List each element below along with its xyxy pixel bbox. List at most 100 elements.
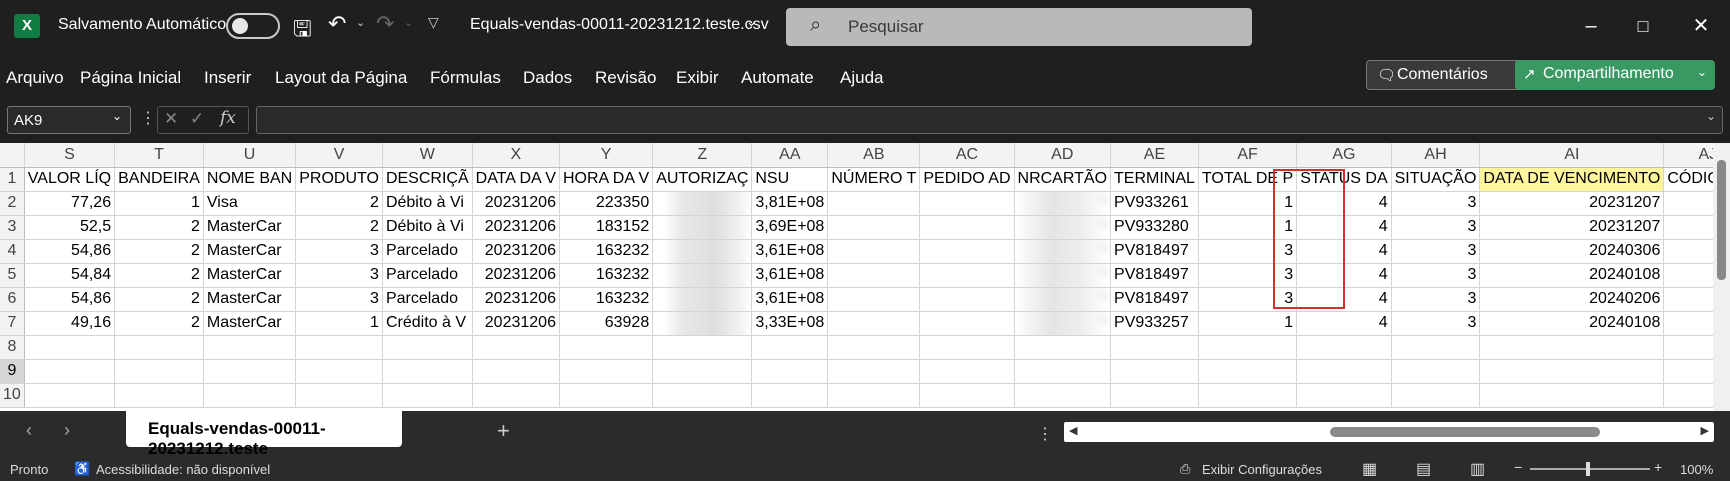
cell[interactable]: 54,86 — [24, 239, 116, 264]
cell[interactable]: MasterCar — [203, 215, 297, 240]
row-header[interactable]: 8 — [0, 335, 25, 360]
cell[interactable]: 2 — [114, 215, 204, 240]
column-header-af[interactable]: AF — [1198, 143, 1298, 168]
cell[interactable]: 3,61E+08 — [751, 287, 829, 312]
cell[interactable]: 3,33E+08 — [751, 311, 829, 336]
cell[interactable] — [1663, 239, 1713, 264]
cell[interactable]: Débito à Vi — [382, 215, 473, 240]
sheet-tab-active[interactable]: Equals-vendas-00011-20231212.teste — [126, 411, 402, 461]
cell[interactable]: Visa — [203, 191, 297, 216]
cell[interactable]: 20231207 — [1479, 215, 1665, 240]
comments-button[interactable]: 🗨 Comentários — [1366, 60, 1522, 90]
cell[interactable]: TERMINAL — [1110, 167, 1199, 192]
search-box[interactable]: ⌕ Pesquisar — [786, 8, 1252, 46]
column-header-t[interactable]: T — [114, 143, 204, 168]
cell[interactable] — [24, 335, 116, 360]
cell[interactable] — [751, 383, 829, 408]
cell[interactable] — [827, 335, 921, 360]
cell[interactable]: 2 — [114, 263, 204, 288]
cell[interactable]: 1 — [114, 191, 204, 216]
cell[interactable] — [1663, 359, 1713, 384]
cell[interactable]: 2 — [295, 215, 383, 240]
filename-chevron-icon[interactable]: ⌄ — [746, 14, 757, 30]
row-header[interactable]: 7 — [0, 311, 25, 336]
cell[interactable]: 3 — [295, 287, 383, 312]
column-header-x[interactable]: X — [472, 143, 560, 168]
cell[interactable]: 2 — [114, 239, 204, 264]
cell[interactable] — [652, 239, 753, 264]
menu-ajuda[interactable]: Ajuda — [840, 68, 883, 88]
cell[interactable] — [652, 383, 753, 408]
menu-revisao[interactable]: Revisão — [595, 68, 656, 88]
display-settings[interactable]: Exibir Configurações — [1202, 462, 1322, 477]
cell[interactable]: DATA DE VENCIMENTO — [1479, 167, 1665, 192]
column-header-ah[interactable]: AH — [1391, 143, 1481, 168]
cell[interactable]: 20231207 — [1479, 191, 1665, 216]
column-header-ac[interactable]: AC — [919, 143, 1015, 168]
cell[interactable] — [295, 359, 383, 384]
cell[interactable] — [652, 215, 753, 240]
cell[interactable]: BANDEIRA — [114, 167, 204, 192]
row-header[interactable]: 6 — [0, 287, 25, 312]
column-header-ag[interactable]: AG — [1296, 143, 1392, 168]
cell[interactable]: 20240108 — [1479, 311, 1665, 336]
column-header-v[interactable]: V — [295, 143, 383, 168]
cell[interactable] — [1014, 335, 1112, 360]
cell[interactable]: HORA DA V — [559, 167, 654, 192]
tabs-options-icon[interactable]: ⋮ — [1037, 424, 1053, 444]
column-header-aj[interactable]: AJ — [1663, 143, 1713, 168]
cell[interactable]: 20231206 — [472, 263, 560, 288]
cell[interactable]: 3,69E+08 — [751, 215, 829, 240]
cell[interactable] — [1663, 311, 1713, 336]
cell[interactable]: NÚMERO T — [827, 167, 921, 192]
cell[interactable]: 3 — [1391, 239, 1481, 264]
menu-layout-da-pagina[interactable]: Layout da Página — [275, 68, 407, 88]
cell[interactable] — [827, 311, 921, 336]
name-box[interactable]: AK9 ⌄ — [7, 106, 131, 134]
accessibility-status[interactable]: Acessibilidade: não disponível — [96, 462, 270, 477]
cell[interactable]: 52,5 — [24, 215, 116, 240]
column-header-ab[interactable]: AB — [827, 143, 921, 168]
menu-formulas[interactable]: Fórmulas — [430, 68, 501, 88]
cell[interactable] — [919, 335, 1015, 360]
cell[interactable]: PV933261 — [1110, 191, 1199, 216]
cell[interactable] — [559, 383, 654, 408]
cell[interactable]: 20240206 — [1479, 287, 1665, 312]
cell[interactable] — [652, 263, 753, 288]
cell[interactable]: Parcelado — [382, 263, 473, 288]
cell[interactable]: NRCARTÃO — [1014, 167, 1112, 192]
cell[interactable]: 20231206 — [472, 311, 560, 336]
cell[interactable]: NOME BAN — [203, 167, 297, 192]
column-header-ad[interactable]: AD — [1014, 143, 1112, 168]
row-header[interactable]: 4 — [0, 239, 25, 264]
column-header-ai[interactable]: AI — [1479, 143, 1665, 168]
horizontal-scroll-thumb[interactable] — [1330, 427, 1600, 437]
redo-icon[interactable]: ↷ — [376, 11, 394, 37]
scroll-right-icon[interactable]: ▶ — [1701, 424, 1709, 437]
cell[interactable]: MasterCar — [203, 239, 297, 264]
redo-dropdown-icon[interactable]: ⌄ — [404, 16, 413, 29]
cell[interactable]: 20231206 — [472, 191, 560, 216]
column-header-y[interactable]: Y — [559, 143, 654, 168]
scroll-left-icon[interactable]: ◀ — [1069, 424, 1077, 437]
cell[interactable]: MasterCar — [203, 287, 297, 312]
cell[interactable] — [203, 359, 297, 384]
cell[interactable] — [382, 383, 473, 408]
share-chevron-icon[interactable]: ⌄ — [1697, 65, 1707, 79]
enter-icon[interactable]: ✓ — [190, 109, 204, 129]
cell[interactable]: 63928 — [559, 311, 654, 336]
cancel-icon[interactable]: ✕ — [164, 109, 178, 129]
normal-view-icon[interactable]: ▦ — [1362, 459, 1377, 479]
cell[interactable] — [1663, 335, 1713, 360]
cell[interactable] — [919, 191, 1015, 216]
more-options-icon[interactable]: ⋮ — [140, 108, 156, 128]
cell[interactable] — [919, 215, 1015, 240]
cell[interactable]: CÓDIGO D — [1663, 167, 1713, 192]
cell[interactable]: Débito à Vi — [382, 191, 473, 216]
name-box-chevron-icon[interactable]: ⌄ — [112, 109, 122, 123]
autosave-toggle[interactable] — [226, 13, 280, 39]
cell[interactable]: 163232 — [559, 287, 654, 312]
cell[interactable]: 20231206 — [472, 239, 560, 264]
row-header[interactable]: 5 — [0, 263, 25, 288]
cell[interactable]: PV933280 — [1110, 215, 1199, 240]
